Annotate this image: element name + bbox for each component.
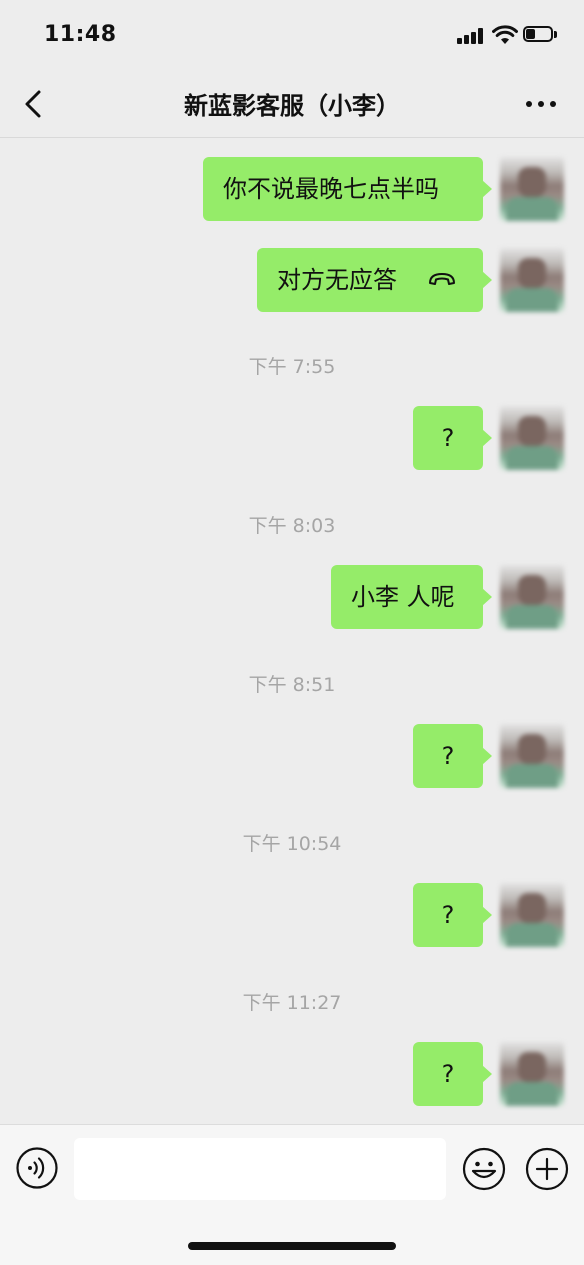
message-text: ? [441, 424, 455, 452]
signal-icon [457, 28, 485, 44]
voice-icon[interactable] [16, 1147, 58, 1189]
emoji-icon[interactable] [462, 1147, 506, 1191]
timestamp: 下午 11:27 [242, 992, 342, 1014]
timestamp: 下午 10:54 [242, 833, 342, 855]
avatar[interactable] [500, 1042, 564, 1106]
wifi-icon [492, 25, 518, 44]
timestamp: 下午 8:51 [248, 674, 336, 696]
home-indicator [188, 1242, 396, 1250]
message-bubble[interactable]: ? [413, 1042, 492, 1106]
message-row: ? [0, 1042, 584, 1106]
message-row: 小李 人呢 [0, 565, 584, 629]
message-text: ? [441, 1060, 455, 1088]
timestamp: 下午 8:03 [248, 515, 336, 537]
status-time: 11:48 [44, 22, 117, 47]
battery-icon [523, 26, 559, 44]
message-bubble[interactable]: ? [413, 724, 492, 788]
avatar[interactable] [500, 406, 564, 470]
message-text: ? [441, 742, 455, 770]
message-text: ? [441, 901, 455, 929]
message-row: ? [0, 883, 584, 947]
message-row: ? [0, 724, 584, 788]
message-row: 对方无应答 [0, 248, 584, 312]
message-text: 你不说最晚七点半吗 [223, 175, 439, 203]
call-record-bubble[interactable]: 对方无应答 [257, 248, 492, 312]
message-bubble[interactable]: ? [413, 883, 492, 947]
chat-area: 你不说最晚七点半吗 对方无应答 下午 7:55 ? 下午 8:03 小李 人呢 … [0, 138, 584, 1124]
message-text: 对方无应答 [277, 266, 397, 294]
message-bubble[interactable]: 你不说最晚七点半吗 [203, 157, 492, 221]
message-bubble[interactable]: 小李 人呢 [331, 565, 492, 629]
avatar[interactable] [500, 565, 564, 629]
chat-title: 新蓝影客服（小李） [184, 92, 400, 120]
avatar[interactable] [500, 883, 564, 947]
more-icon[interactable] [524, 99, 558, 109]
message-text: 小李 人呢 [351, 583, 455, 611]
timestamp: 下午 7:55 [248, 356, 336, 378]
avatar[interactable] [500, 248, 564, 312]
message-row: ? [0, 406, 584, 470]
hangup-icon [428, 273, 455, 285]
status-bar: 11:48 [0, 0, 584, 70]
avatar[interactable] [500, 157, 564, 221]
nav-bar: 新蓝影客服（小李） [0, 70, 584, 138]
avatar[interactable] [500, 724, 564, 788]
message-row: 你不说最晚七点半吗 [0, 157, 584, 221]
message-bubble[interactable]: ? [413, 406, 492, 470]
message-input[interactable] [74, 1138, 446, 1200]
plus-icon[interactable] [525, 1147, 569, 1191]
